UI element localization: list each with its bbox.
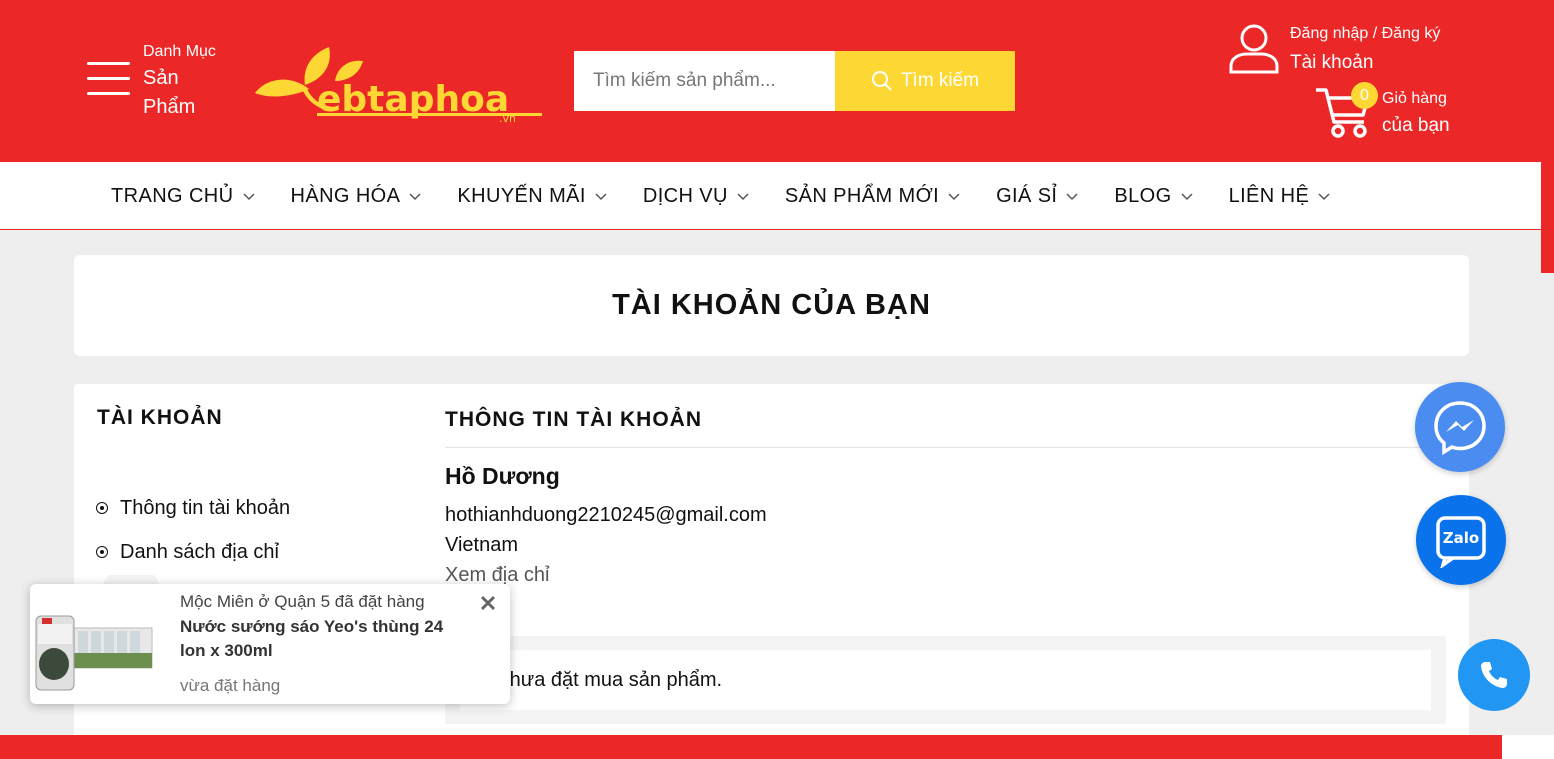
cart-label-line1: Giỏ hàng	[1382, 90, 1447, 107]
zalo-button[interactable]: Zalo	[1416, 495, 1506, 585]
category-menu-button[interactable]: Danh Mục Sản Phẩm	[87, 40, 216, 122]
phone-icon	[1481, 662, 1507, 688]
search-input[interactable]	[574, 51, 835, 111]
account-country: Vietnam	[445, 534, 519, 556]
cart-label-line2: của bạn	[1382, 115, 1450, 136]
sidebar-item-address-list[interactable]: Danh sách địa chỉ	[96, 530, 290, 574]
page-title: TÀI KHOẢN CỦA BẠN	[612, 289, 931, 321]
user-icon	[1229, 24, 1279, 74]
radio-bullet-icon	[96, 546, 108, 558]
category-menu-label-line2: Phẩm	[143, 96, 196, 118]
toast-buyer: Mộc Miên ở Quận 5 đã đặt hàng	[180, 592, 425, 611]
product-thumbnail	[35, 615, 153, 691]
nav-item-wholesale[interactable]: GIÁ SỈ	[996, 182, 1078, 210]
cart-count-badge: 0	[1351, 82, 1378, 109]
sidebar-menu: Thông tin tài khoản Danh sách địa chỉ	[96, 486, 290, 574]
svg-text:.vn: .vn	[499, 112, 516, 123]
chevron-down-icon	[1181, 193, 1193, 201]
site-logo[interactable]: ebtaphoa .vn	[247, 45, 547, 123]
zalo-icon: Zalo	[1436, 516, 1486, 568]
chevron-down-icon	[948, 193, 960, 201]
nav-item-home[interactable]: TRANG CHỦ	[111, 182, 255, 210]
nav-item-blog[interactable]: BLOG	[1114, 182, 1193, 210]
footer-corner	[1502, 735, 1554, 759]
search-button[interactable]: Tìm kiếm	[835, 51, 1015, 111]
category-menu-caption: Danh Mục	[143, 43, 216, 60]
radio-bullet-icon	[96, 502, 108, 514]
sidebar-title: TÀI KHOẢN	[97, 406, 223, 429]
cart-link[interactable]: 0 Giỏ hàng của bạn	[1314, 82, 1450, 140]
account-label: Tài khoản	[1290, 52, 1374, 73]
nav-item-new-products[interactable]: SẢN PHẨM MỚI	[785, 182, 960, 210]
search-button-label: Tìm kiếm	[900, 70, 980, 91]
search-bar: Tìm kiếm	[574, 51, 1015, 111]
sidebar-item-account-info[interactable]: Thông tin tài khoản	[96, 486, 290, 530]
account-info-title: THÔNG TIN TÀI KHOẢN	[445, 408, 702, 431]
hamburger-icon[interactable]	[87, 62, 131, 98]
chevron-down-icon	[1066, 193, 1078, 201]
account-link[interactable]: Đăng nhập / Đăng ký Tài khoản	[1228, 22, 1440, 77]
svg-text:Zalo: Zalo	[1443, 529, 1479, 547]
toast-product[interactable]: Nước sướng sáo Yeo's thùng 24 lon x 300m…	[180, 615, 470, 663]
orders-section: n chưa đặt mua sản phẩm.	[445, 636, 1446, 724]
order-notification-toast[interactable]: Mộc Miên ở Quận 5 đã đặt hàng Nước sướng…	[30, 584, 510, 704]
sidebar-item-label: Danh sách địa chỉ	[120, 540, 279, 563]
site-header: Danh Mục Sản Phẩm ebtaphoa .vn Tìm kiếm	[0, 0, 1554, 162]
nav-item-promotions[interactable]: KHUYẾN MÃI	[457, 182, 607, 210]
login-register-link[interactable]: Đăng nhập / Đăng ký	[1290, 22, 1440, 46]
nav-item-contact[interactable]: LIÊN HỆ	[1229, 182, 1331, 210]
category-menu-label-line1: Sản	[143, 67, 179, 89]
sidebar-item-label: Thông tin tài khoản	[120, 496, 291, 519]
scrollbar-strip	[1541, 0, 1554, 273]
chevron-down-icon	[409, 193, 421, 201]
close-icon[interactable]	[479, 594, 497, 612]
divider	[445, 447, 1447, 448]
nav-item-services[interactable]: DỊCH VỤ	[643, 182, 749, 210]
main-nav: TRANG CHỦ HÀNG HÓA KHUYẾN MÃI DỊCH VỤ SẢ…	[0, 162, 1541, 230]
orders-empty-message: n chưa đặt mua sản phẩm.	[460, 650, 1431, 710]
chevron-down-icon	[595, 193, 607, 201]
phone-button[interactable]	[1458, 639, 1530, 711]
chevron-down-icon	[242, 193, 255, 201]
nav-item-products[interactable]: HÀNG HÓA	[291, 182, 422, 210]
messenger-icon	[1434, 401, 1486, 455]
account-name: Hồ Dương	[445, 463, 560, 489]
messenger-button[interactable]	[1415, 382, 1505, 472]
account-email: hothianhduong2210245@gmail.com	[445, 504, 767, 526]
page-title-card: TÀI KHOẢN CỦA BẠN	[74, 255, 1469, 356]
footer-bar	[0, 735, 1502, 759]
chevron-down-icon	[737, 193, 749, 201]
search-icon	[871, 71, 892, 91]
toast-time: vừa đặt hàng	[180, 676, 281, 695]
chevron-down-icon	[1318, 193, 1330, 201]
